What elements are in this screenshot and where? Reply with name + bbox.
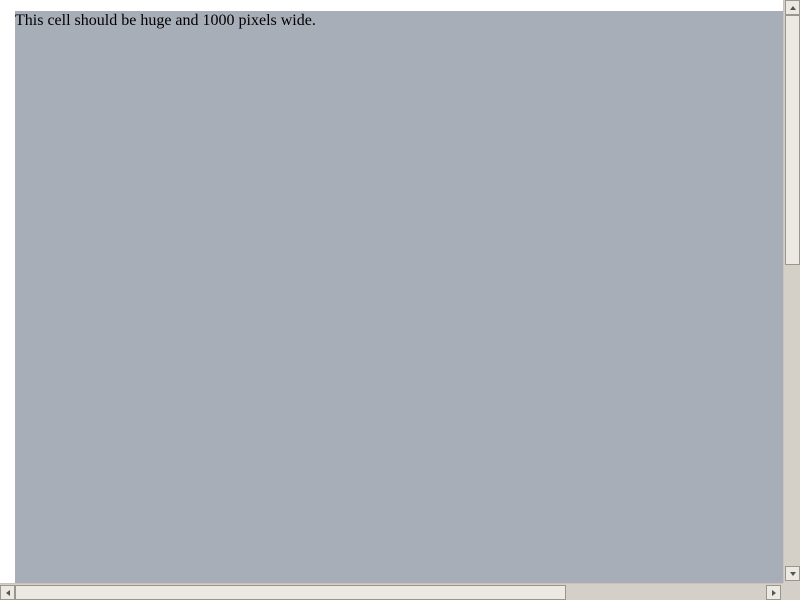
scroll-right-button[interactable] [766,585,781,600]
scroll-down-button[interactable] [785,566,800,581]
page-viewport: This cell should be huge and 1000 pixels… [0,0,783,583]
arrow-left-icon [5,589,10,596]
cell-text: This cell should be huge and 1000 pixels… [15,12,316,29]
scroll-up-button[interactable] [785,0,800,15]
vertical-scroll-thumb[interactable] [785,15,800,265]
vertical-scrollbar[interactable] [783,0,800,583]
arrow-up-icon [789,5,796,10]
arrow-right-icon [771,589,776,596]
horizontal-scroll-thumb[interactable] [15,585,566,600]
scrollbar-corner [783,583,800,600]
huge-table-cell: This cell should be huge and 1000 pixels… [15,11,783,583]
arrow-down-icon [789,571,796,576]
horizontal-scrollbar[interactable] [0,583,783,600]
scroll-left-button[interactable] [0,585,15,600]
